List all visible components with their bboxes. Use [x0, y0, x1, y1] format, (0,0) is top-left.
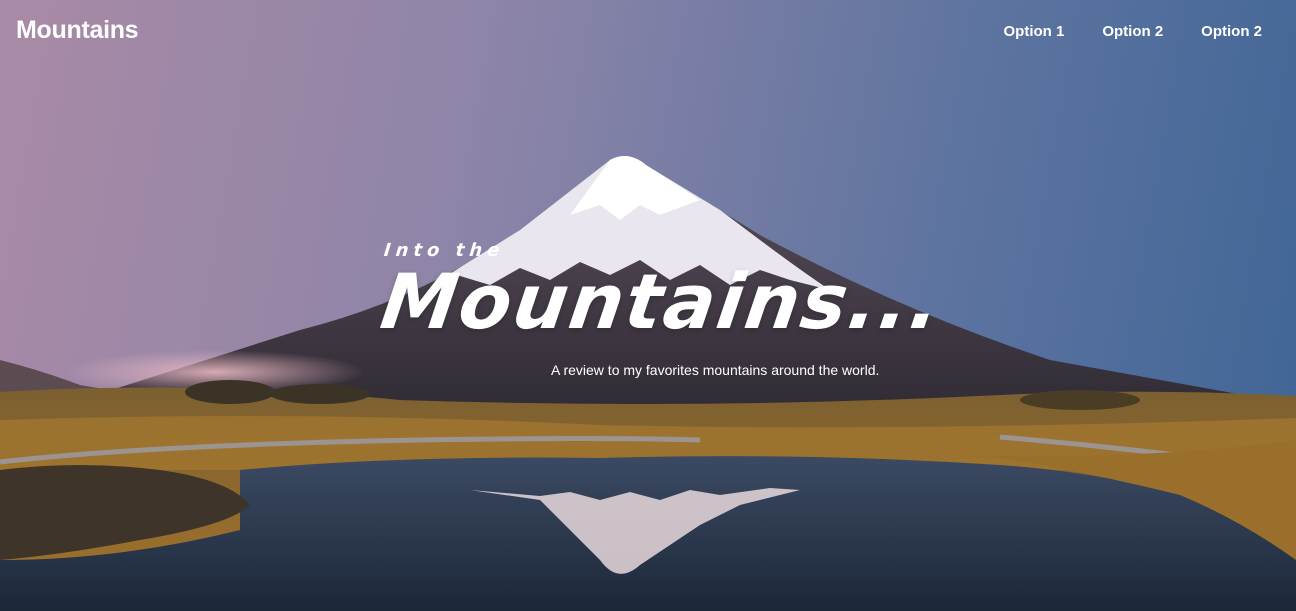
nav-link-option-2[interactable]: Option 2 — [1102, 23, 1163, 40]
hero-tagline: A review to my favorites mountains aroun… — [551, 362, 880, 378]
hero-headline: Mountains... — [375, 257, 949, 346]
nav-link-option-1[interactable]: Option 1 — [1004, 23, 1065, 40]
nav-menu: Option 1 Option 2 Option 2 — [1004, 23, 1262, 40]
nav-link-option-3[interactable]: Option 2 — [1201, 23, 1262, 40]
top-navbar: Mountains Option 1 Option 2 Option 2 — [0, 0, 1296, 64]
brand-logo-link[interactable]: Mountains — [16, 16, 139, 45]
hero-section: Mountains Option 1 Option 2 Option 2 Int… — [0, 0, 1296, 611]
